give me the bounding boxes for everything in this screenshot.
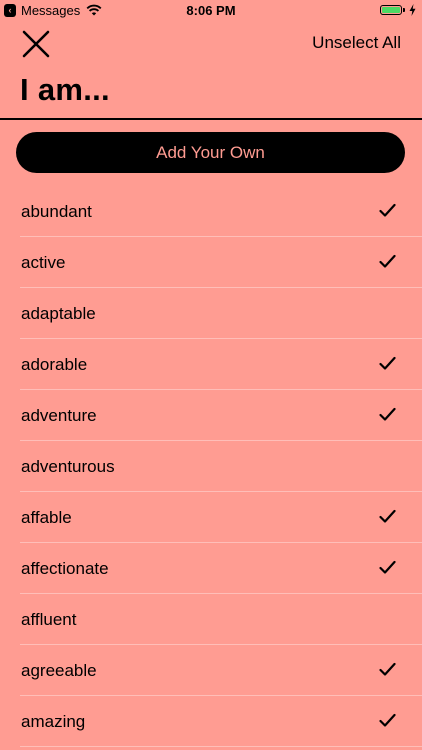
checkmark-icon: [379, 407, 396, 421]
item-label: adorable: [21, 355, 88, 374]
list-item[interactable]: affectionate: [0, 543, 422, 594]
checkmark-icon: [379, 509, 396, 523]
checkmark-icon: [379, 356, 396, 370]
word-list: abundant active adaptable adorable adventure…: [0, 186, 422, 747]
checkmark-icon: [379, 203, 396, 217]
item-label: amazing: [21, 712, 86, 731]
add-your-own-button[interactable]: Add Your Own: [16, 132, 405, 173]
item-divider: [20, 746, 422, 747]
item-label: active: [21, 253, 66, 272]
close-icon[interactable]: [22, 30, 50, 58]
checkmark-icon: [379, 254, 396, 268]
list-item[interactable]: affluent: [0, 594, 422, 645]
battery-icon: [380, 5, 402, 15]
checkmark-icon: [379, 662, 396, 676]
checkmark-icon: [379, 560, 396, 574]
item-label: affectionate: [21, 559, 109, 578]
item-label: affable: [21, 508, 72, 527]
list-item[interactable]: adaptable: [0, 288, 422, 339]
item-label: agreeable: [21, 661, 97, 680]
title-divider: [0, 118, 422, 120]
list-item[interactable]: active: [0, 237, 422, 288]
list-item[interactable]: adventure: [0, 390, 422, 441]
unselect-all-button[interactable]: Unselect All: [312, 33, 401, 53]
list-item[interactable]: abundant: [0, 186, 422, 237]
battery-cap: [403, 8, 405, 12]
item-label: adventure: [21, 406, 97, 425]
item-label: adventurous: [21, 457, 115, 476]
list-item[interactable]: agreeable: [0, 645, 422, 696]
charging-bolt-icon: [409, 4, 416, 16]
page-title: I am...: [20, 72, 110, 107]
list-item[interactable]: affable: [0, 492, 422, 543]
item-label: affluent: [21, 610, 77, 629]
battery-level: [382, 7, 400, 13]
item-label: adaptable: [21, 304, 96, 323]
status-bar: ‹ Messages 8:06 PM: [0, 0, 422, 22]
item-label: abundant: [21, 202, 92, 221]
list-item[interactable]: adorable: [0, 339, 422, 390]
list-item[interactable]: amazing: [0, 696, 422, 747]
checkmark-icon: [379, 713, 396, 727]
list-item[interactable]: adventurous: [0, 441, 422, 492]
status-time: 8:06 PM: [186, 3, 236, 18]
